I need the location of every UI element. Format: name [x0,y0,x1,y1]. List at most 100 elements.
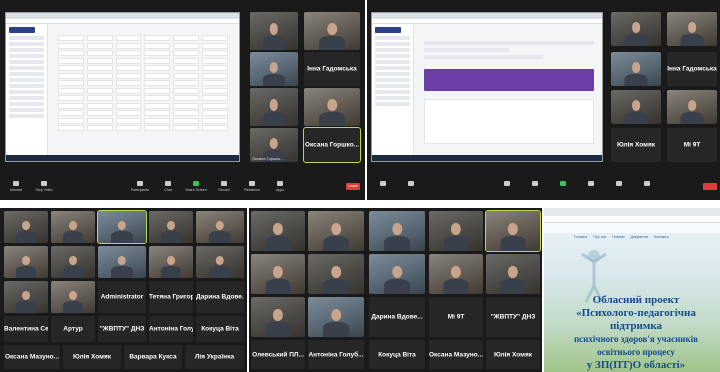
browser-url-bar[interactable] [544,216,720,223]
video-tile[interactable]: "ЖВПТУ" ДНЗ [486,297,540,337]
video-tile[interactable] [196,246,244,278]
video-tile[interactable] [611,52,661,86]
video-tile[interactable] [149,211,193,243]
video-tile[interactable] [149,246,193,278]
video-tile[interactable] [611,12,661,46]
video-tile[interactable]: Дарина Вдове... [369,297,425,337]
project-website: Головна Про нас Новини Документи Контакт… [544,208,720,372]
participant-name: Дарина Вдове... [196,293,244,301]
video-tile[interactable]: Оксана Мазуно... [429,340,483,369]
video-tile[interactable] [250,88,298,126]
video-tile[interactable]: Administrator [98,281,146,313]
video-tile[interactable] [308,297,364,337]
share-screen-button[interactable] [551,181,575,188]
video-tile-active-speaker[interactable] [97,210,147,244]
video-tile[interactable] [429,211,483,251]
record-button[interactable] [579,181,603,188]
participants-button[interactable]: Participants [128,181,152,192]
video-tile-active-speaker[interactable]: Оксана Горшко... [303,127,361,163]
video-tile[interactable] [250,52,298,86]
apps-button[interactable]: Apps [268,181,292,192]
video-tile[interactable] [196,211,244,243]
stop-video-button[interactable] [399,181,423,188]
unmute-button[interactable]: Unmute [4,181,28,192]
video-tile[interactable]: Кокуца Віта [196,316,244,342]
unmute-button[interactable] [371,181,395,188]
video-tile[interactable]: Кокуца Віта [369,340,425,369]
video-tile[interactable]: Мі 9Т [667,128,717,162]
nav-link[interactable]: Документи [631,235,648,239]
video-tile[interactable] [251,211,305,251]
video-tile[interactable] [667,90,717,124]
chat-button[interactable] [523,181,547,188]
video-tile[interactable]: Валентина Сеще... [4,316,48,342]
participant-name: Антоніна Голуб... [308,351,364,358]
video-tile[interactable] [308,211,364,251]
video-tile[interactable] [429,254,483,294]
video-tile[interactable]: Юлія Хомяк [63,345,121,369]
record-button[interactable]: Record [212,181,236,192]
video-tile[interactable] [251,254,305,294]
video-tile[interactable] [369,254,425,294]
video-tile[interactable] [250,12,298,50]
collage-gap [0,200,720,208]
video-tile[interactable]: Інна Гадомська [667,52,717,86]
windows-taskbar [6,155,239,161]
zoom-gallery-bottom-mid: Дарина Вдове... Мі 9Т "ЖВПТУ" ДНЗ Олевсь… [249,208,542,372]
video-tile[interactable]: Тетяна Григорук [149,281,193,313]
participant-name: Мі 9Т [447,313,465,321]
leave-button[interactable] [703,183,717,190]
video-tile[interactable]: Юлія Хомяк [486,340,540,369]
video-tile[interactable]: Лія Українка [185,345,244,369]
video-tile[interactable] [611,90,661,124]
video-tile[interactable] [486,254,540,294]
video-tile[interactable]: Мі 9Т [429,297,483,337]
video-tile[interactable]: "ЖВПТУ" ДНЗ [98,316,146,342]
reactions-button[interactable] [607,181,631,188]
video-tile[interactable] [51,211,95,243]
chat-button[interactable]: Chat [156,181,180,192]
lms-sidebar [372,24,414,155]
participant-name: Мі 9Т [683,141,701,149]
video-tile[interactable] [304,12,360,50]
video-tile[interactable] [251,297,305,337]
site-header [544,223,720,233]
video-tile[interactable] [51,281,95,313]
video-tile[interactable]: Антоніна Голуб... [149,316,193,342]
video-tile[interactable]: Артур [51,316,95,342]
video-tile[interactable]: Інна Гадомська [304,52,360,86]
nav-link[interactable]: Про нас [593,235,606,239]
video-tile-active-speaker[interactable] [485,210,541,252]
stop-video-button[interactable]: Stop Video [32,181,56,192]
lms-logo [9,27,35,33]
video-tile[interactable] [369,211,425,251]
video-tile[interactable] [98,246,146,278]
video-tile[interactable]: Олевський ПЛ... [251,340,305,369]
video-tile[interactable]: Юлія Хомяк [611,128,661,162]
zoom-toolbar: Unmute Stop Video Participants Chat Shar… [0,178,365,200]
nav-link[interactable]: Контакти [654,235,669,239]
nav-link[interactable]: Новини [612,235,624,239]
video-tile[interactable]: Антоніна Голуб... [308,340,364,369]
video-tile[interactable]: Дарина Вдове... [196,281,244,313]
video-tile[interactable]: Варвара Кукса [124,345,182,369]
reactions-button[interactable]: Reactions [240,181,264,192]
leave-button[interactable]: Leave [346,183,360,190]
video-tile[interactable] [51,246,95,278]
video-tile[interactable] [667,12,717,46]
participant-name: Дарина Вдове... [371,313,423,321]
video-tile[interactable]: Оксана Мазуно... [4,345,60,369]
participant-name: Інна Гадомська [307,65,357,73]
video-tile[interactable] [4,281,48,313]
participant-name: Артур [63,325,83,333]
participant-name: Валентина Сеще... [4,325,48,333]
video-tile[interactable] [308,254,364,294]
apps-button[interactable] [635,181,659,188]
video-tile[interactable] [4,211,48,243]
video-tile[interactable] [4,246,48,278]
share-screen-button[interactable]: Share Screen [184,181,208,192]
video-tile[interactable] [304,88,360,126]
participants-button[interactable] [495,181,519,188]
nav-link[interactable]: Головна [574,235,587,239]
video-tile[interactable]: Оксана Горшко... [250,128,298,162]
